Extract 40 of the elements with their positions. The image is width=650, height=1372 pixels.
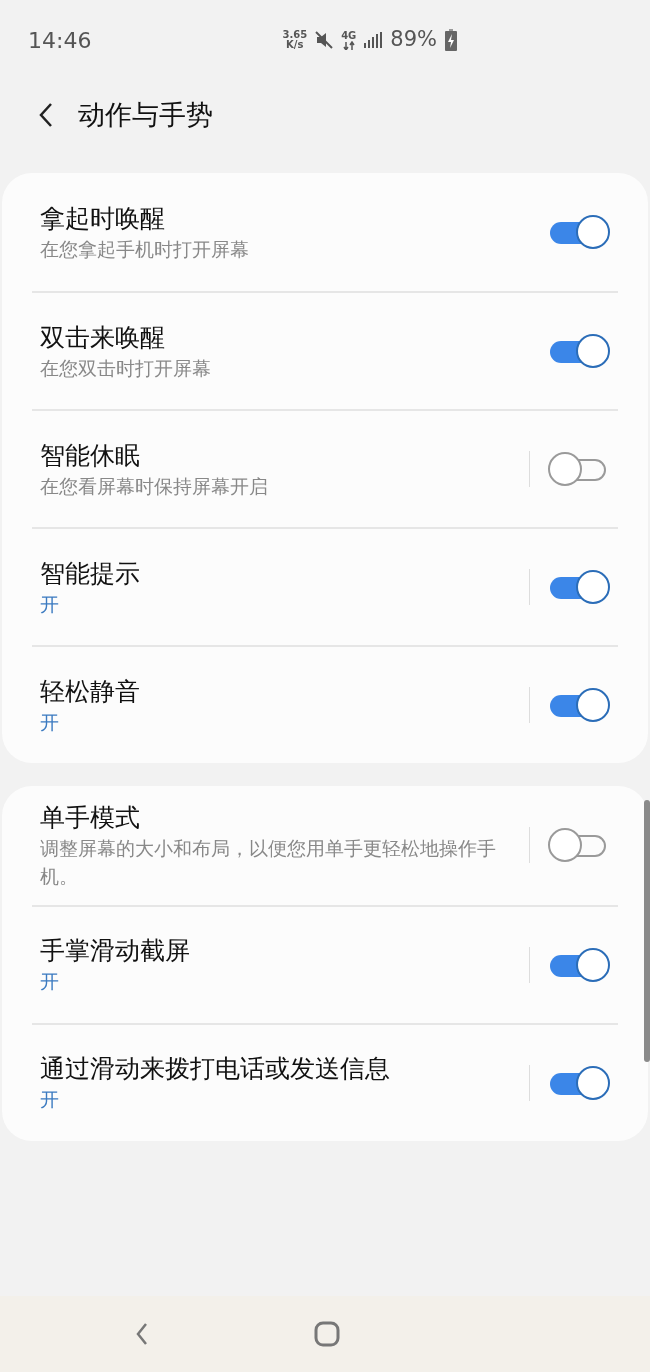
toggle-switch[interactable] [548, 1065, 608, 1100]
setting-status: 开 [40, 1088, 60, 1113]
setting-title: 拿起时唤醒 [40, 202, 166, 235]
setting-description: 在您双击时打开屏幕 [40, 356, 212, 381]
setting-description: 在您看屏幕时保持屏幕开启 [40, 474, 269, 499]
home-icon [314, 1321, 340, 1347]
toggle-switch[interactable] [548, 570, 608, 604]
toggle-switch[interactable] [548, 452, 608, 486]
speed-unit: K/s [285, 40, 305, 50]
back-icon [38, 102, 54, 128]
setting-status: 开 [40, 970, 60, 995]
speed-value: 3.65 [282, 30, 308, 40]
setting-title: 轻松静音 [40, 675, 141, 708]
setting-title: 智能休眠 [40, 439, 141, 472]
toggle-switch[interactable] [548, 947, 608, 982]
home-button[interactable] [314, 1321, 340, 1347]
battery-level: 89% [390, 26, 437, 54]
setting-title: 手掌滑动截屏 [40, 935, 191, 968]
setting-title: 单手模式 [40, 802, 141, 834]
battery-charging-icon [445, 29, 457, 51]
setting-title: 双击来唤醒 [40, 321, 166, 354]
setting-status: 开 [40, 710, 60, 735]
setting-status: 开 [40, 592, 60, 617]
back-button[interactable] [38, 102, 54, 128]
nav-back-button[interactable] [135, 1322, 149, 1346]
setting-title: 通过滑动来拨打电话或发送信息 [40, 1053, 391, 1086]
back-icon [135, 1322, 149, 1346]
setting-description: 调整屏幕的大小和布局，以便您用单手更轻松地操作手机。 [40, 837, 497, 889]
toggle-switch[interactable] [548, 334, 608, 368]
setting-description: 在您拿起手机时打开屏幕 [40, 237, 250, 262]
toggle-switch[interactable] [548, 688, 608, 722]
data-arrows-icon [342, 40, 355, 50]
clock: 14:46 [28, 26, 92, 55]
signal-icon [364, 32, 383, 48]
toggle-switch[interactable] [548, 215, 608, 249]
network-type: 4G [341, 30, 357, 41]
setting-title: 智能提示 [40, 557, 141, 590]
toggle-switch[interactable] [548, 828, 608, 863]
page-title: 动作与手势 [78, 97, 213, 132]
mute-icon [315, 31, 334, 49]
